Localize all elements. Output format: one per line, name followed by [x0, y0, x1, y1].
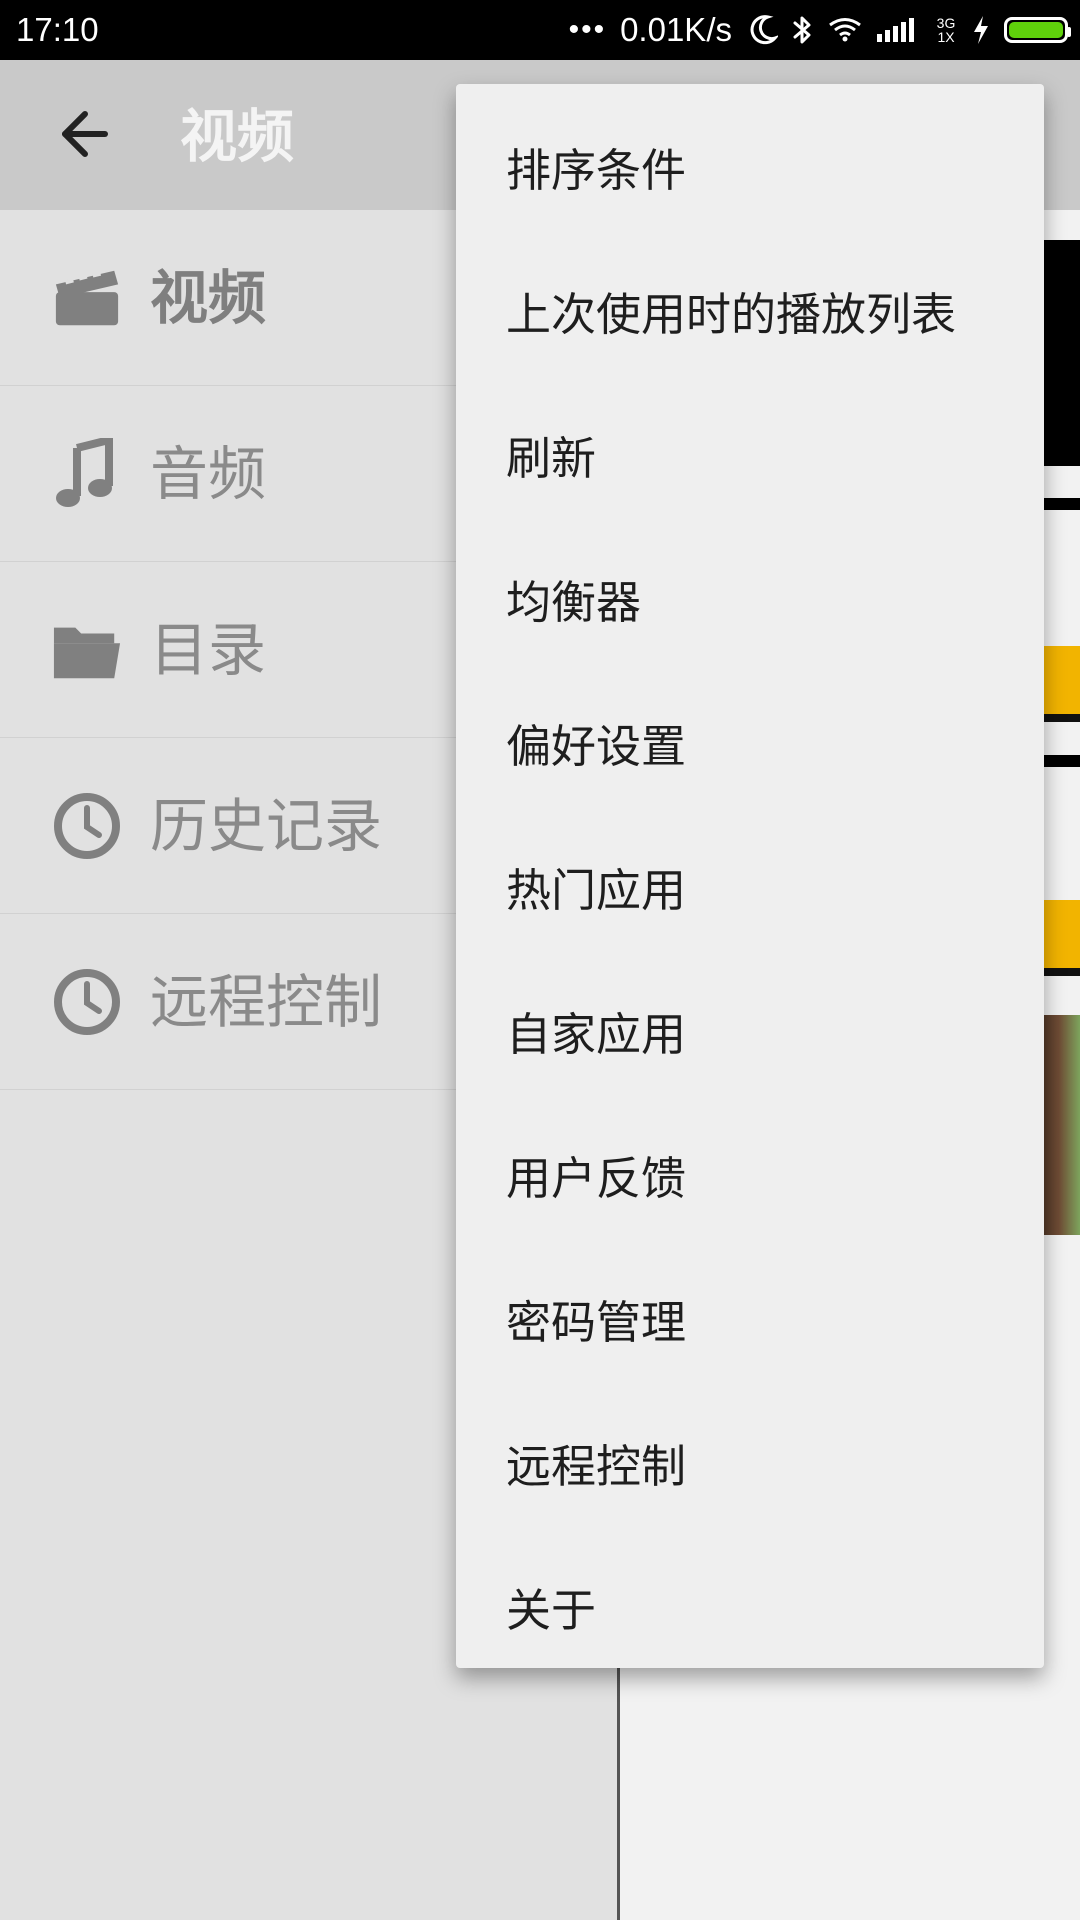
status-bar: 17:10 ••• 0.01K/s 3G 1X: [0, 0, 1080, 60]
more-notifications-icon: •••: [568, 13, 607, 46]
clock-icon: [52, 791, 122, 861]
drawer-item-label: 历史记录: [150, 791, 383, 860]
battery-level: [1009, 22, 1063, 38]
clock-icon: [52, 967, 122, 1037]
network-type-label: 3G 1X: [936, 15, 956, 45]
overflow-menu: 排序条件 上次使用时的播放列表 刷新 均衡器 偏好设置 热门应用 自家应用 用户…: [456, 84, 1044, 1668]
folder-icon: [52, 615, 122, 685]
moon-icon: [750, 14, 778, 46]
back-button[interactable]: [40, 100, 130, 172]
menu-item-popular-apps[interactable]: 热门应用: [456, 814, 1044, 958]
status-icons: ••• 0.01K/s 3G 1X: [568, 8, 1071, 52]
wifi-icon: [828, 17, 862, 43]
charging-icon: [972, 15, 990, 45]
signal-icon: [876, 16, 920, 44]
bluetooth-icon: [792, 13, 814, 47]
status-time: 17:10: [16, 11, 99, 48]
film-clapper-icon: [52, 263, 122, 333]
menu-item-feedback[interactable]: 用户反馈: [456, 1102, 1044, 1246]
drawer-item-label: 音频: [150, 439, 267, 508]
drawer-item-label: 视频: [150, 263, 267, 332]
menu-item-sort[interactable]: 排序条件: [456, 94, 1044, 238]
drawer-item-label: 目录: [150, 615, 267, 684]
menu-item-password-management[interactable]: 密码管理: [456, 1246, 1044, 1390]
drawer-item-label: 远程控制: [150, 967, 383, 1036]
menu-item-about[interactable]: 关于: [456, 1534, 1044, 1678]
menu-item-preferences[interactable]: 偏好设置: [456, 670, 1044, 814]
menu-item-last-playlist[interactable]: 上次使用时的播放列表: [456, 238, 1044, 382]
menu-item-own-apps[interactable]: 自家应用: [456, 958, 1044, 1102]
page-title: 视频: [180, 104, 294, 170]
arrow-back-icon: [57, 106, 113, 166]
menu-item-equalizer[interactable]: 均衡器: [456, 526, 1044, 670]
menu-item-refresh[interactable]: 刷新: [456, 382, 1044, 526]
music-note-icon: [52, 437, 122, 509]
network-speed: 0.01K/s: [620, 11, 732, 48]
battery-icon: [1004, 17, 1071, 43]
menu-item-remote-control[interactable]: 远程控制: [456, 1390, 1044, 1534]
